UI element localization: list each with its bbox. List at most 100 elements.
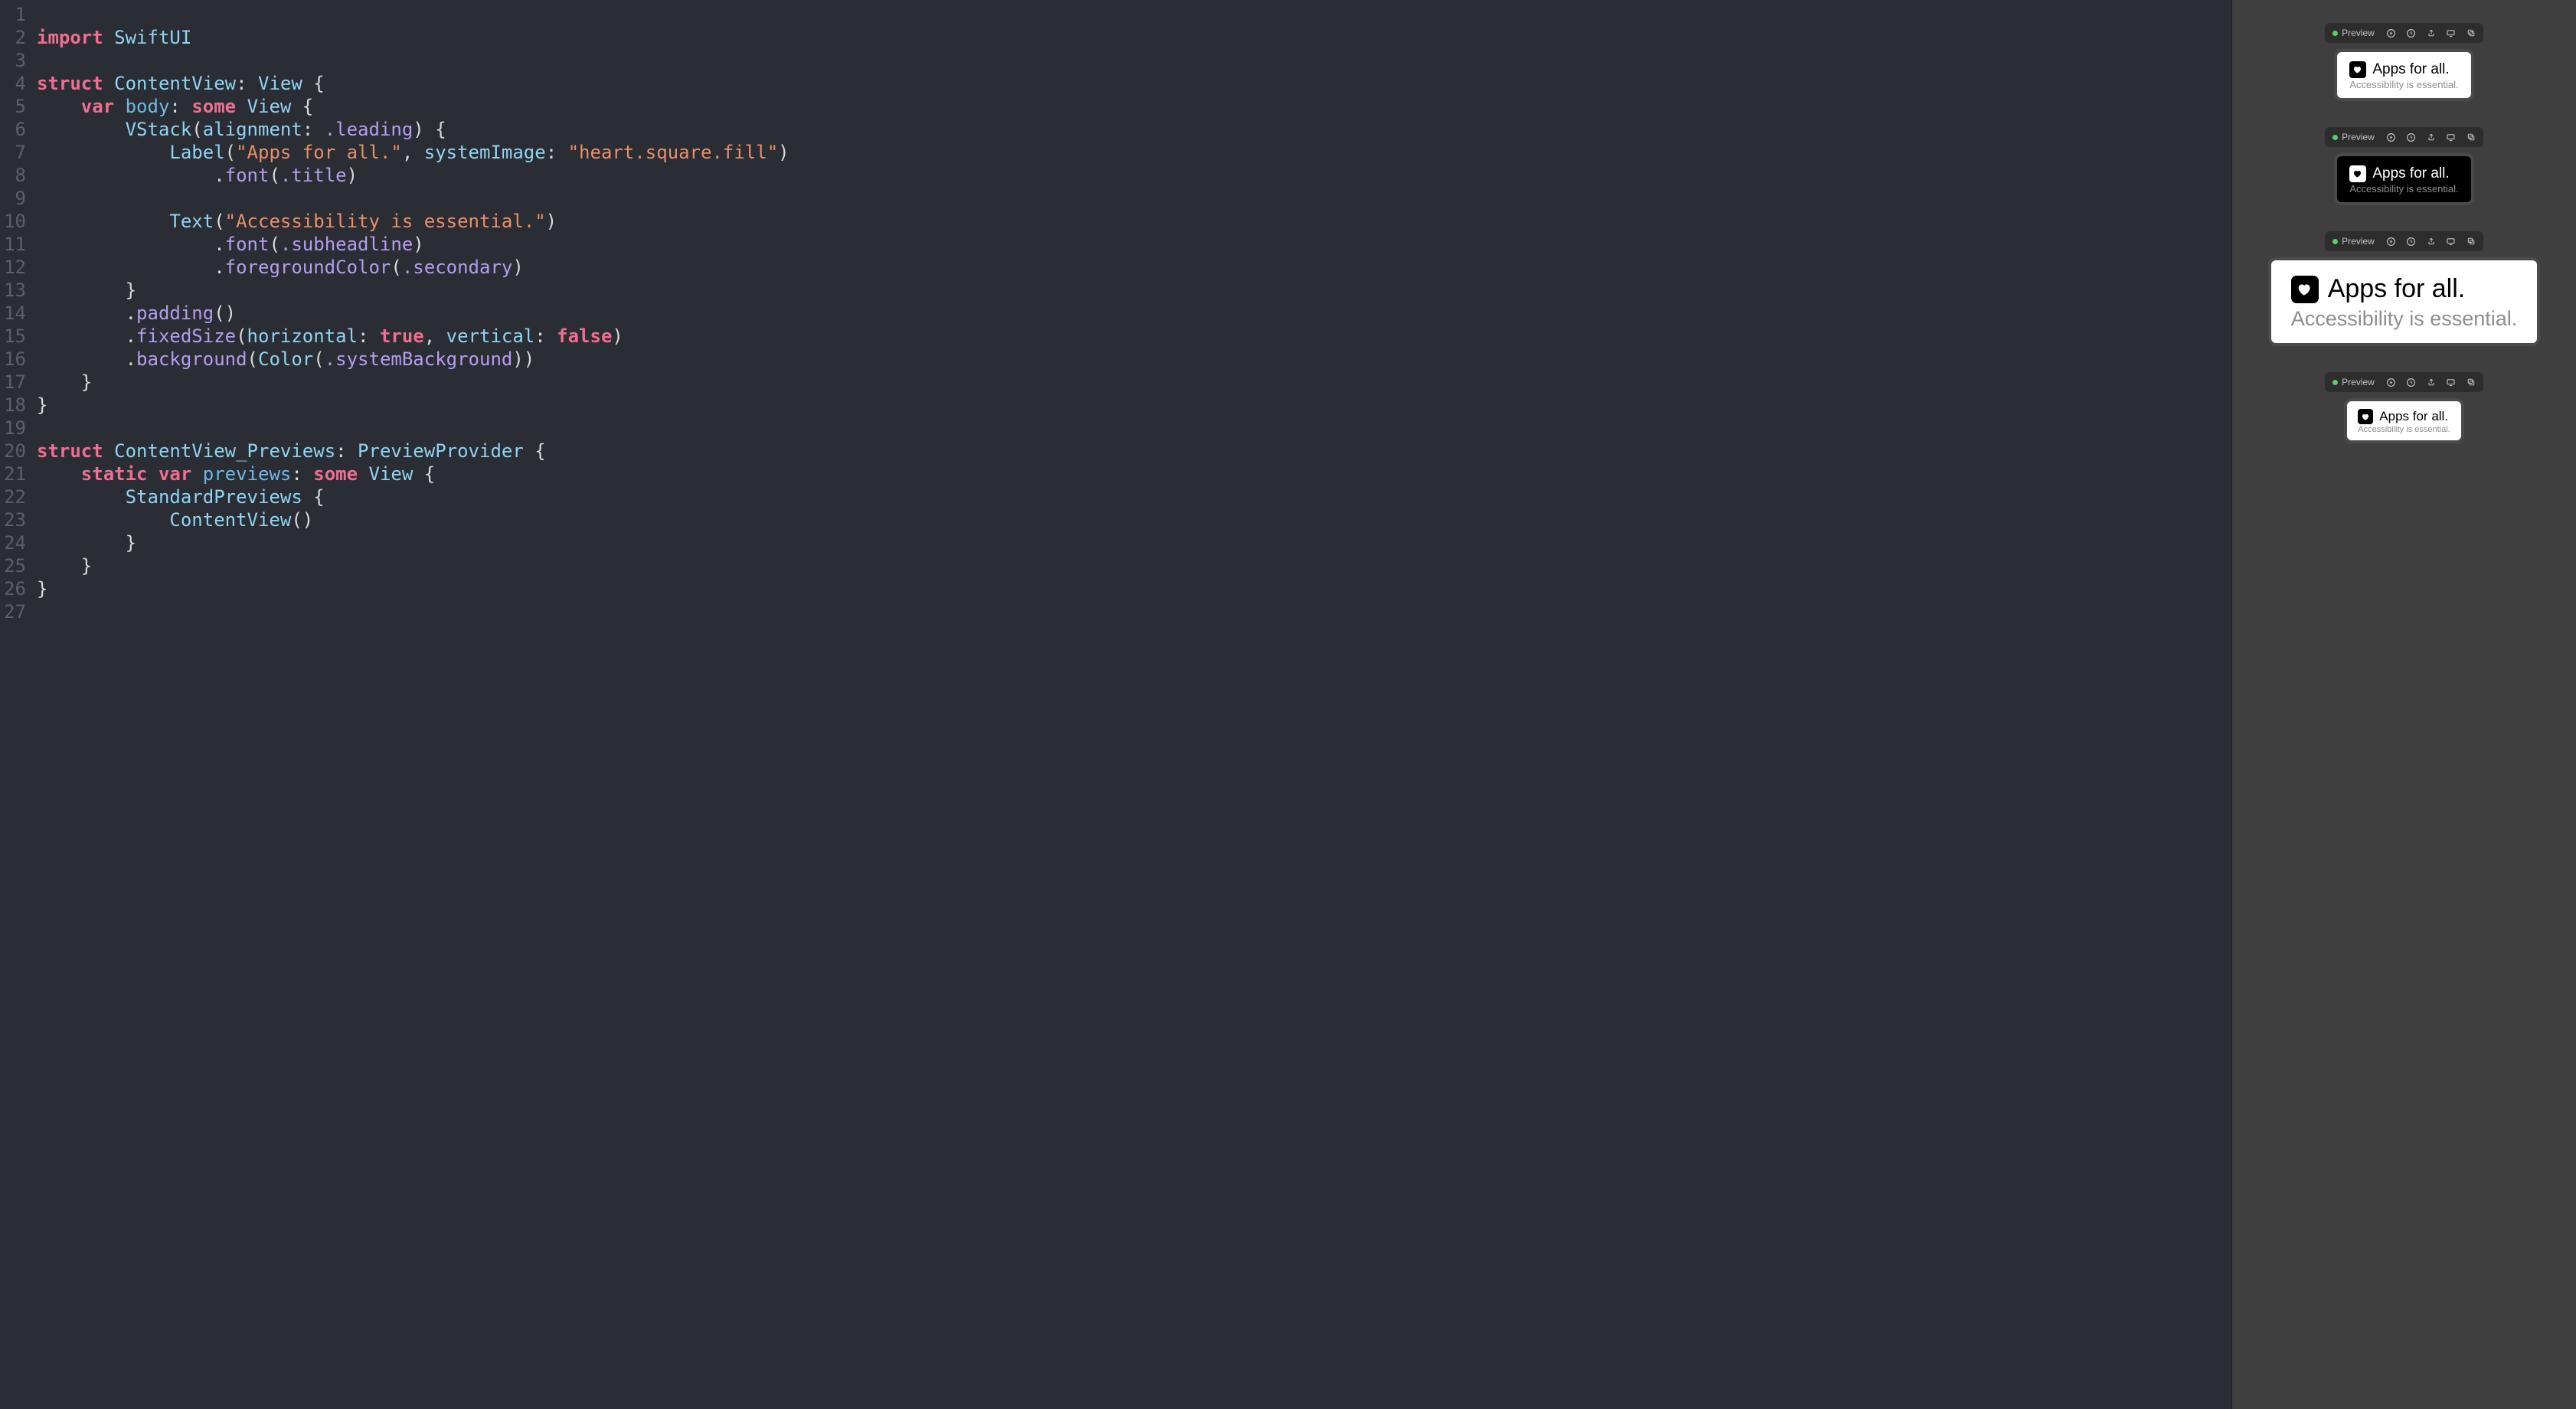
code-line[interactable]: } [37,371,2231,394]
code-token [37,119,126,140]
preview-status-chip: Preview [2328,26,2381,40]
code-line[interactable]: .background(Color(.systemBackground)) [37,348,2231,371]
code-token: ) [778,142,789,163]
preview-title: Apps for all. [2372,165,2449,182]
code-token: "Accessibility is essential." [225,211,546,232]
code-token: fixedSize [136,325,236,347]
line-number: 3 [0,49,26,72]
code-token: alignment [203,119,302,140]
duplicate-button[interactable] [2462,129,2480,145]
preview-toolbar-label: Preview [2342,377,2375,387]
live-preview-button[interactable] [2382,234,2401,249]
code-token: ) { [413,119,446,140]
code-line[interactable]: struct ContentView_Previews: PreviewProv… [37,440,2231,463]
preview-card-frame[interactable]: Apps for all.Accessibility is essential. [2334,49,2473,101]
status-dot-icon [2332,380,2338,385]
code-line[interactable]: import SwiftUI [37,26,2231,49]
code-line[interactable]: static var previews: some View { [37,463,2231,485]
code-token: : [169,96,191,117]
line-number: 9 [0,187,26,210]
export-button[interactable] [2422,129,2440,145]
device-button[interactable] [2442,234,2460,249]
code-line[interactable] [37,600,2231,623]
code-token [191,463,202,485]
preview-title-row: Apps for all. [2349,165,2458,182]
code-token: )) [512,348,534,370]
preview-toolbar: Preview [2325,127,2483,147]
heart-square-fill-icon [2349,61,2366,78]
device-button[interactable] [2442,374,2460,390]
status-dot-icon [2332,31,2338,36]
export-button[interactable] [2422,25,2440,41]
code-token: font [225,165,270,186]
code-token: , [402,142,424,163]
code-line[interactable]: } [37,577,2231,600]
export-button[interactable] [2422,374,2440,390]
preview-toolbar-label: Preview [2342,28,2375,38]
code-line[interactable] [37,3,2231,26]
code-area[interactable]: import SwiftUI struct ContentView: View … [37,3,2231,1409]
code-line[interactable]: StandardPreviews { [37,485,2231,508]
live-preview-button[interactable] [2382,374,2401,390]
code-token: Text [169,211,214,232]
preview-title-row: Apps for all. [2358,409,2450,424]
code-line[interactable]: .font(.subheadline) [37,233,2231,256]
code-line[interactable]: .font(.title) [37,164,2231,187]
code-line[interactable]: VStack(alignment: .leading) { [37,118,2231,141]
code-line[interactable] [37,417,2231,440]
code-token: ) [413,234,423,255]
preview-card-frame[interactable]: Apps for all.Accessibility is essential. [2334,153,2473,205]
live-preview-button[interactable] [2382,25,2401,41]
preview-card-frame[interactable]: Apps for all.Accessibility is essential. [2344,398,2463,443]
code-line[interactable]: } [37,554,2231,577]
live-preview-button[interactable] [2382,129,2401,145]
duplicate-button[interactable] [2462,234,2480,249]
line-number: 27 [0,600,26,623]
line-number: 21 [0,463,26,485]
preview-card: Apps for all.Accessibility is essential. [2347,401,2460,440]
variants-button[interactable] [2402,129,2421,145]
code-line[interactable]: } [37,279,2231,302]
code-line[interactable]: var body: some View { [37,95,2231,118]
code-line[interactable] [37,49,2231,72]
duplicate-button[interactable] [2462,374,2480,390]
code-token: ( [214,211,224,232]
code-line[interactable]: Text("Accessibility is essential.") [37,210,2231,233]
device-button[interactable] [2442,25,2460,41]
code-line[interactable] [37,187,2231,210]
export-button[interactable] [2422,234,2440,249]
code-editor[interactable]: 1234567891011121314151617181920212223242… [0,0,2231,1409]
code-token: View [258,73,302,94]
line-number: 6 [0,118,26,141]
preview-card-frame[interactable]: Apps for all.Accessibility is essential. [2268,257,2541,346]
variants-button[interactable] [2402,374,2421,390]
code-token [148,463,159,485]
code-token: ( [269,165,280,186]
code-token: struct [37,73,103,94]
code-line[interactable]: .foregroundColor(.secondary) [37,256,2231,279]
duplicate-button[interactable] [2462,25,2480,41]
code-token: . [214,165,224,186]
code-line[interactable]: } [37,531,2231,554]
preview-toolbar: Preview [2325,23,2483,43]
preview-subtitle: Accessibility is essential. [2349,183,2458,195]
variants-button[interactable] [2402,25,2421,41]
code-line[interactable]: ContentView() [37,508,2231,531]
preview-toolbar-label: Preview [2342,132,2375,142]
code-line[interactable]: .fixedSize(horizontal: true, vertical: f… [37,325,2231,348]
code-token: ( [391,257,401,278]
code-token: PreviewProvider [358,440,524,462]
code-token: { [524,440,546,462]
variants-button[interactable] [2402,234,2421,249]
preview-card: Apps for all.Accessibility is essential. [2337,52,2470,98]
line-number: 19 [0,417,26,440]
code-line[interactable]: .padding() [37,302,2231,325]
code-token: ( [247,348,258,370]
preview-canvas[interactable]: Preview Apps for all.Accessibility is es… [2231,0,2576,1409]
code-line[interactable]: struct ContentView: View { [37,72,2231,95]
code-token: Label [169,142,224,163]
code-token: { [302,486,325,508]
code-line[interactable]: Label("Apps for all.", systemImage: "hea… [37,141,2231,164]
code-line[interactable]: } [37,394,2231,417]
device-button[interactable] [2442,129,2460,145]
